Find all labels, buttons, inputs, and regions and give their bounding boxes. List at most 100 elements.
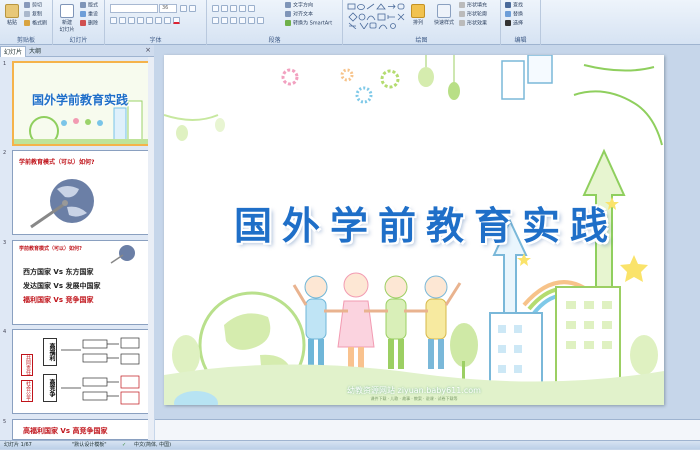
paragraph-group-label: 段落 [268,37,281,44]
drawing-group-label: 绘图 [415,37,428,44]
paste-button[interactable]: 粘贴 [2,4,22,26]
layout-button[interactable]: 版式 [80,2,98,10]
shrink-font-button[interactable] [189,5,196,12]
slide-number: 2 [3,150,7,156]
quick-styles-icon [437,4,451,18]
close-pane-icon[interactable]: × [145,46,151,54]
thumbnail-preview: 国外学前教育实践 [12,61,150,146]
status-bar: 幻灯片 1/67 "默认设计模板" ✓ 中文(简体, 中国) [0,440,700,449]
grow-font-button[interactable] [180,5,187,12]
tab-slides[interactable]: 幻灯片 [0,46,27,57]
align-center-button[interactable] [221,17,228,24]
globe-icon [110,245,135,264]
font-name-field[interactable] [110,4,158,13]
thumbnail-preview: 学前教育模式（可以）如何? [12,150,150,235]
format-painter-button[interactable]: 格式刷 [24,20,47,28]
reset-icon [80,11,86,17]
globe-icon [30,179,94,229]
arrange-icon [411,4,425,18]
slides-group: 新建 幻灯片 版式 重设 删除 幻灯片 [53,0,105,45]
thumbnail-title: 学前教育模式（可以）如何? [19,246,82,252]
text-direction-button[interactable]: 文字方向 [285,2,313,10]
diagram-box: 共同责任 [21,354,33,376]
scissors-icon [24,2,30,8]
font-color-button[interactable] [173,17,180,24]
slide-number: 1 [3,61,7,67]
shape-fill-button[interactable]: 形状填充 [459,2,487,10]
shapes-gallery[interactable] [347,3,405,29]
arrange-button[interactable]: 排列 [409,4,427,26]
editing-group-label: 编辑 [514,37,527,44]
tab-outline[interactable]: 大纲 [26,46,44,57]
change-case-button[interactable] [164,17,171,24]
slide-number: 5 [3,419,7,425]
diagram-box: 社会公平 [21,380,33,402]
paste-icon [5,4,19,18]
slide-number: 3 [3,240,7,246]
smartart-icon [285,20,291,26]
fill-bucket-icon [459,2,465,8]
slide-title[interactable]: 国外学前教育实践 [226,195,626,250]
slides-pane: 幻灯片 大纲 × 1 国外学前教育实践 2 学前教育模式（可以）如何? 3 学前… [0,45,154,440]
new-slide-button[interactable]: 新建 幻灯片 [56,4,78,33]
columns-button[interactable] [257,17,264,24]
clipboard-group: 粘贴 剪切 复制 格式刷 剪贴板 [0,0,53,45]
strikethrough-button[interactable] [137,17,144,24]
shape-outline-button[interactable]: 形状轮廓 [459,11,487,19]
quick-styles-button[interactable]: 快速样式 [431,4,457,26]
shape-effects-button[interactable]: 形状效果 [459,20,487,28]
justify-button[interactable] [239,17,246,24]
numbering-button[interactable] [221,5,228,12]
thumbnail-preview: 高福利国家 Vs 高竞争国家 [12,419,150,440]
thumbnail-title: 高福利国家 Vs 高竞争国家 [23,427,108,435]
bullets-button[interactable] [212,5,219,12]
thumbnail-preview: 学前教育模式（可以）如何? 西方国家 Vs 东方国家 发达国家 Vs 发展中国家… [12,240,150,325]
font-size-field[interactable]: 36 [159,4,177,13]
copy-icon [24,11,30,17]
distributed-button[interactable] [248,17,255,24]
paragraph-group: 文字方向 对齐文本 转换为 SmartArt 段落 [207,0,343,45]
diagram-box: 高竞争 [43,374,57,402]
decrease-indent-button[interactable] [230,5,237,12]
pen-icon [459,11,465,17]
align-left-button[interactable] [212,17,219,24]
ribbon: 粘贴 剪切 复制 格式刷 剪贴板 新建 幻灯片 版式 重设 删除 幻灯片 36 … [0,0,700,45]
line-spacing-button[interactable] [248,5,255,12]
drawing-group: 排列 快速样式 形状填充 形状轮廓 形状效果 绘图 [343,0,501,45]
watermark-subtext: 课件下载 · 儿歌 · 故事 · 教案 · 说课 · 试卷下载等 [370,396,458,401]
reset-button[interactable]: 重设 [80,11,98,19]
thumbnail-line: 西方国家 Vs 东方国家 [23,268,94,276]
align-right-button[interactable] [230,17,237,24]
diagram-connectors [61,337,140,405]
slide-canvas[interactable]: 国外学前教育实践 幼教资源网站 ziyuan.baby611.com 课件下载 … [164,55,664,405]
pane-tabs: 幻灯片 大纲 × [0,45,154,57]
clipboard-group-label: 剪贴板 [16,37,35,44]
increase-indent-button[interactable] [239,5,246,12]
char-spacing-button[interactable] [155,17,162,24]
bold-button[interactable] [110,17,117,24]
editing-group: 查找 替换 选择 编辑 [501,0,541,45]
pane-scrollbar[interactable] [148,57,154,440]
cut-button[interactable]: 剪切 [24,2,42,10]
brush-icon [24,20,30,26]
italic-button[interactable] [119,17,126,24]
shadow-button[interactable] [146,17,153,24]
cursor-icon [505,20,511,26]
notes-pane[interactable] [155,419,700,440]
delete-slide-button[interactable]: 删除 [80,20,98,28]
align-text-button[interactable]: 对齐文本 [285,11,313,19]
smartart-button[interactable]: 转换为 SmartArt [285,20,332,28]
select-button[interactable]: 选择 [505,20,523,28]
copy-button[interactable]: 复制 [24,11,42,19]
replace-button[interactable]: 替换 [505,11,523,19]
find-button[interactable]: 查找 [505,2,523,10]
delete-icon [80,20,86,26]
thumbnail-line: 发达国家 Vs 发展中国家 [23,282,101,290]
font-group: 36 字体 [105,0,207,45]
replace-icon [505,11,511,17]
new-slide-icon [60,4,74,18]
thumbnail-title: 学前教育模式（可以）如何? [19,159,95,166]
thumbnail-preview: 高福利 高竞争 共同责任 社会公平 [12,329,150,414]
underline-button[interactable] [128,17,135,24]
align-text-icon [285,11,291,17]
